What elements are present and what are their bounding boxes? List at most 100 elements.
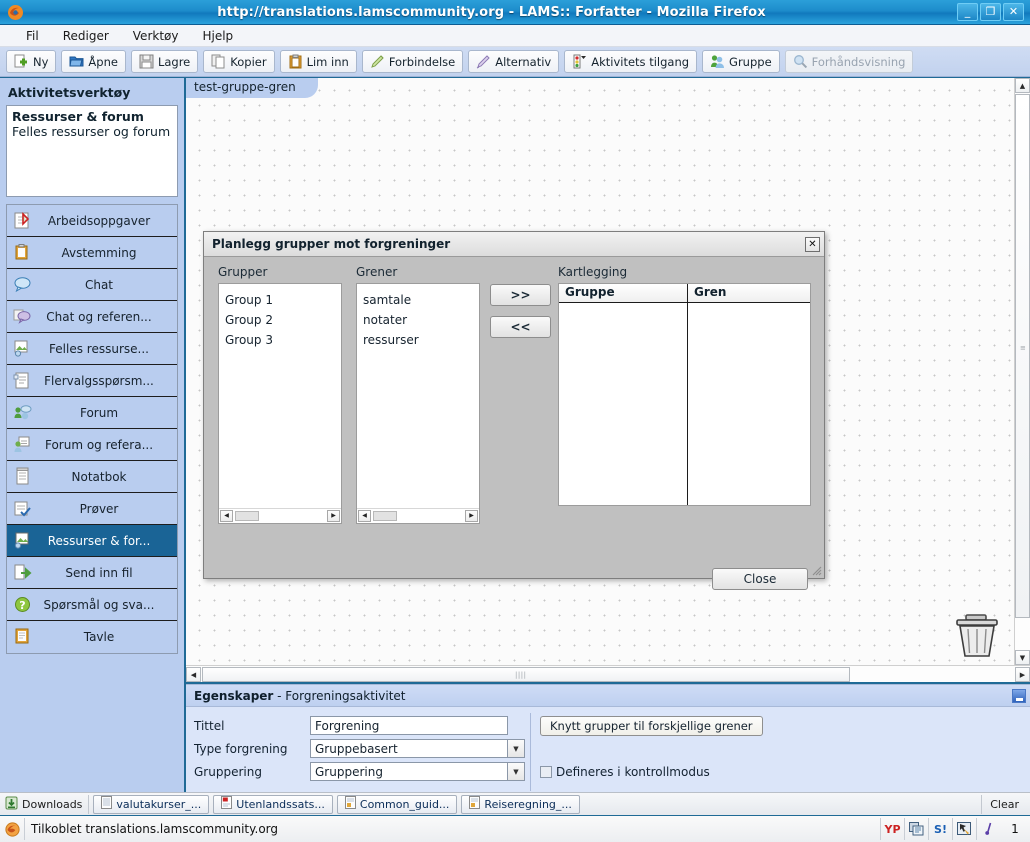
sidebar-item-ressurser-forum[interactable]: Ressurser & for...: [7, 525, 177, 557]
close-button[interactable]: ✕: [1003, 3, 1024, 21]
menu-item-verktoy[interactable]: Verktøy: [121, 27, 191, 45]
list-item[interactable]: samtale: [363, 290, 479, 310]
close-icon[interactable]: ✕: [805, 236, 820, 252]
monitor-mode-checkbox[interactable]: [540, 766, 552, 778]
toolbar-button-paste[interactable]: Lim inn: [279, 50, 357, 73]
sidebar-item-prover[interactable]: Prøver: [7, 493, 177, 525]
branches-listbox[interactable]: samtale notater ressurser ◀ ▶: [356, 283, 480, 524]
scroll-down-button[interactable]: ▼: [1015, 650, 1030, 665]
sidebar-item-notatbok[interactable]: Notatbok: [7, 461, 177, 493]
scroll-up-button[interactable]: ▲: [1015, 78, 1030, 93]
chevron-down-icon[interactable]: ▼: [507, 762, 525, 781]
clear-downloads-button[interactable]: Clear: [981, 794, 1027, 814]
grouping-select[interactable]: Gruppering: [310, 762, 508, 781]
maximize-button[interactable]: ❐: [980, 3, 1001, 21]
scroll-right-button[interactable]: ▶: [465, 510, 478, 522]
canvas-vertical-scrollbar[interactable]: ▲ ≡ ▼: [1014, 78, 1030, 665]
monitor-mode-checkbox-row[interactable]: Defineres i kontrollmodus: [540, 765, 710, 779]
list-item[interactable]: ressurser: [363, 330, 479, 350]
download-item-valutakurser[interactable]: valutakurser_...: [93, 794, 210, 814]
scroll-left-button[interactable]: ◀: [358, 510, 371, 522]
downloads-label-group[interactable]: Downloads: [3, 794, 90, 814]
groups-listbox[interactable]: Group 1 Group 2 Group 3 ◀ ▶: [218, 283, 342, 524]
menu-item-rediger[interactable]: Rediger: [51, 27, 121, 45]
list-item[interactable]: Group 3: [225, 330, 341, 350]
field-label-gruppering: Gruppering: [194, 764, 262, 779]
remove-mapping-button[interactable]: <<: [490, 316, 551, 338]
download-item-reiseregning[interactable]: Reiseregning_...: [461, 794, 580, 814]
vertical-scroll-thumb[interactable]: ≡: [1015, 94, 1030, 618]
sidebar-description-subtitle: Felles ressurser og forum: [12, 124, 171, 139]
list-item[interactable]: notater: [363, 310, 479, 330]
chevron-down-icon[interactable]: ▼: [507, 739, 525, 758]
scroll-right-button[interactable]: ▶: [327, 510, 340, 522]
sidebar-item-tavle[interactable]: Tavle: [7, 621, 177, 653]
sidebar-item-forum[interactable]: Forum: [7, 397, 177, 429]
list-item[interactable]: Group 2: [225, 310, 341, 330]
pencil-line-icon: [370, 54, 385, 69]
sidebar-item-chat-og-referanse[interactable]: Chat og referen...: [7, 301, 177, 333]
menu-item-hjelp[interactable]: Hjelp: [190, 27, 245, 45]
mapping-table-body: [559, 303, 810, 505]
sidebar-item-felles-ressurser[interactable]: Felles ressurse...: [7, 333, 177, 365]
canvas-sequence-tab[interactable]: test-gruppe-gren: [186, 78, 318, 98]
resources-forum-icon: [13, 531, 33, 551]
branches-list-hscrollbar[interactable]: ◀ ▶: [357, 508, 479, 523]
hscroll-thumb[interactable]: [373, 511, 397, 521]
paste-clipboard-icon: [288, 54, 303, 69]
toolbar-button-activity-access[interactable]: Aktivitets tilgang: [564, 50, 698, 73]
toolbar-button-open[interactable]: Åpne: [61, 50, 126, 73]
download-item-utenlandssats[interactable]: Utenlandssats...: [213, 794, 333, 814]
toolbar-button-connection[interactable]: Forbindelse: [361, 50, 464, 73]
add-mapping-button[interactable]: >>: [490, 284, 551, 306]
title-input[interactable]: Forgrening: [310, 716, 508, 735]
network-icon[interactable]: [904, 818, 928, 840]
skype-icon[interactable]: S!: [928, 818, 952, 840]
sidebar-item-sporsmal-og-svar[interactable]: ? Spørsmål og sva...: [7, 589, 177, 621]
link-groups-to-branches-button[interactable]: Knytt grupper til forskjellige grener: [540, 716, 763, 736]
sidebar-item-flervalgssporsmal[interactable]: Flervalgsspørsm...: [7, 365, 177, 397]
sidebar-item-forum-og-referat[interactable]: Forum og refera...: [7, 429, 177, 461]
pen-icon[interactable]: [976, 818, 1000, 840]
trash-can-icon[interactable]: [952, 611, 1004, 659]
list-item[interactable]: Group 1: [225, 290, 341, 310]
cursor-icon[interactable]: [952, 818, 976, 840]
groups-list-hscrollbar[interactable]: ◀ ▶: [219, 508, 341, 523]
hscroll-thumb[interactable]: [235, 511, 259, 521]
sidebar-item-arbeidsoppgaver[interactable]: Arbeidsoppgaver: [7, 205, 177, 237]
minimize-icon[interactable]: [1012, 688, 1026, 703]
resize-grip[interactable]: [810, 564, 822, 576]
toolbar-button-preview[interactable]: Forhåndsvisning: [784, 50, 914, 73]
sidebar-item-avstemming[interactable]: Avstemming: [7, 237, 177, 269]
toolbar-button-save[interactable]: Lagre: [130, 50, 199, 73]
toolbar: Ny Åpne Lagre Kopier Lim inn Forbindelse…: [0, 47, 1030, 77]
field-label-tittel: Tittel: [194, 718, 225, 733]
close-button[interactable]: Close: [712, 568, 808, 590]
horizontal-scroll-thumb[interactable]: ||||: [202, 667, 850, 682]
mapping-table[interactable]: Gruppe Gren: [558, 283, 811, 506]
sidebar-description-box: Ressurser & forum Felles ressurser og fo…: [6, 105, 178, 197]
sidebar-item-chat[interactable]: Chat: [7, 269, 177, 301]
canvas-horizontal-scrollbar[interactable]: ◀ |||| ▶: [186, 665, 1030, 682]
yahoo-companion-icon[interactable]: YP: [880, 818, 904, 840]
scroll-left-button[interactable]: ◀: [220, 510, 233, 522]
branch-type-select[interactable]: Gruppebasert: [310, 739, 508, 758]
magnifier-icon: [793, 54, 808, 69]
toolbar-button-group[interactable]: Gruppe: [702, 50, 780, 73]
toolbar-button-new[interactable]: Ny: [6, 50, 57, 73]
sidebar-item-send-inn-fil[interactable]: Send inn fil: [7, 557, 177, 589]
panel-divider: [530, 713, 531, 791]
scroll-left-button[interactable]: ◀: [186, 667, 201, 682]
menu-item-fil[interactable]: Fil: [14, 27, 51, 45]
document-icon: [344, 796, 356, 812]
toolbar-label-connection: Forbindelse: [388, 54, 456, 69]
properties-header: Egenskaper - Forgreningsaktivitet: [186, 685, 1030, 707]
toolbar-label-option: Alternativ: [495, 54, 552, 69]
download-item-common-guid[interactable]: Common_guid...: [336, 794, 458, 814]
scroll-right-button[interactable]: ▶: [1015, 667, 1030, 682]
minimize-button[interactable]: _: [957, 3, 978, 21]
toolbar-button-copy[interactable]: Kopier: [203, 50, 275, 73]
toolbar-button-option[interactable]: Alternativ: [468, 50, 560, 73]
sidebar-label: Spørsmål og sva...: [43, 597, 155, 612]
field-row-gruppering: Gruppering Gruppering ▼: [194, 762, 525, 781]
